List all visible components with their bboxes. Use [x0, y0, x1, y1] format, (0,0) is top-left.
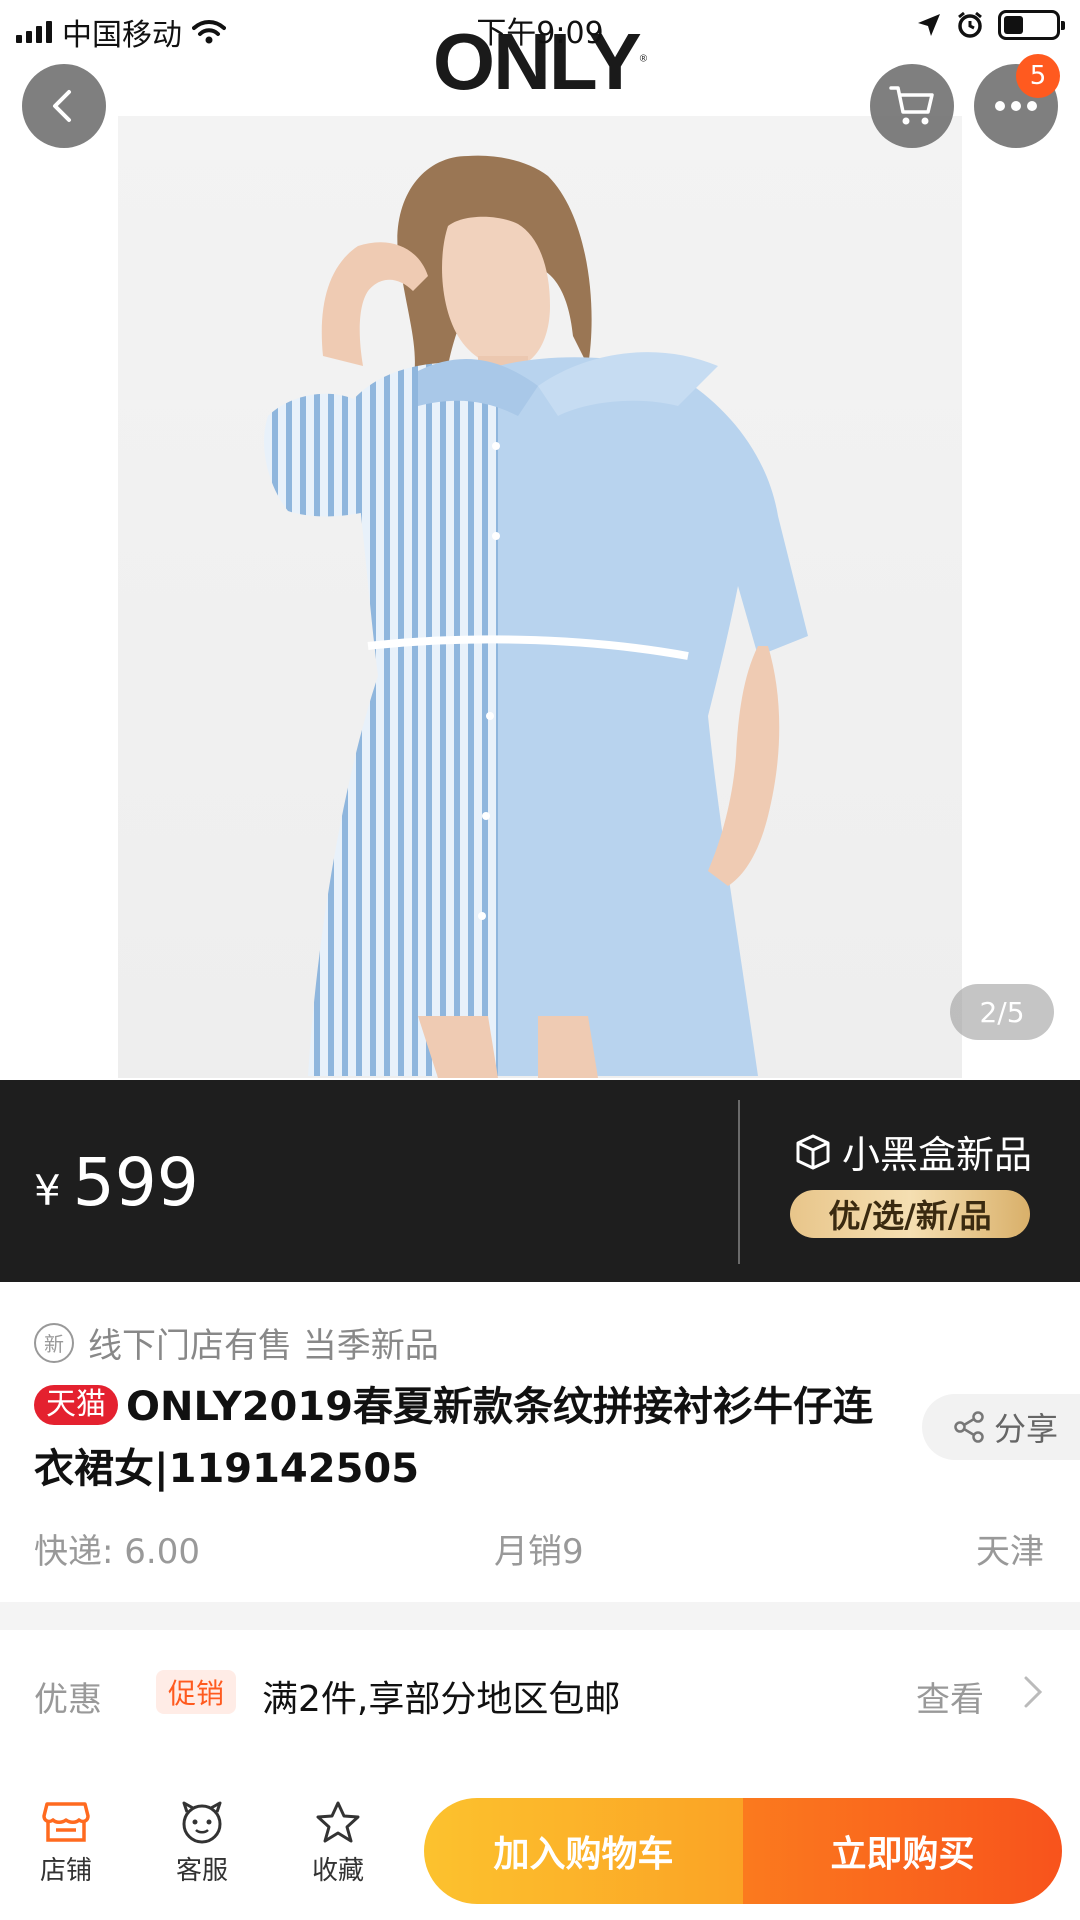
- monthly-sales: 月销9: [494, 1532, 584, 1572]
- store-icon: [42, 1802, 90, 1842]
- product-photo[interactable]: [118, 116, 962, 1078]
- buy-now-button[interactable]: 立即购买: [743, 1798, 1062, 1904]
- shopping-cart-icon: [889, 86, 934, 125]
- add-to-cart-button[interactable]: 加入购物车: [424, 1798, 743, 1904]
- selection-pill: 优/选/新/品: [790, 1190, 1030, 1238]
- more-dots-icon: [995, 101, 1037, 111]
- location-arrow-icon: [918, 14, 940, 36]
- box-icon: [796, 1134, 830, 1169]
- share-button[interactable]: 分享: [922, 1394, 1080, 1460]
- bottom-action-bar: 店铺 客服 收藏 加入购物车 立即购买: [0, 1784, 1080, 1920]
- price-value: 599: [72, 1144, 199, 1221]
- back-button[interactable]: [22, 64, 106, 148]
- section-separator: [0, 1602, 1080, 1630]
- chevron-right-icon: [1024, 1676, 1043, 1708]
- product-gallery[interactable]: 2/5: [0, 0, 1080, 1080]
- purchase-buttons: 加入购物车 立即购买: [424, 1798, 1062, 1904]
- store-label: 店铺: [39, 1856, 92, 1886]
- shipping-fee: 快递: 6.00: [34, 1532, 200, 1572]
- view-promotion-link[interactable]: 查看: [916, 1672, 984, 1721]
- price-banner: ¥ 599 小黑盒新品 优/选/新/品: [0, 1080, 1080, 1282]
- favorite-label: 收藏: [311, 1856, 364, 1886]
- customer-service-label: 客服: [175, 1856, 228, 1886]
- in-store-note-text: 线下门店有售 当季新品: [88, 1326, 439, 1366]
- tmall-tag: 天猫: [34, 1385, 118, 1425]
- ship-from-location: 天津: [976, 1532, 1044, 1572]
- divider: [738, 1100, 740, 1264]
- new-icon: 新: [34, 1322, 74, 1363]
- promotion-row[interactable]: 优惠 促销 满2件,享部分地区包邮 查看: [0, 1630, 1080, 1756]
- black-box-new-label[interactable]: 小黑盒新品: [794, 1124, 1032, 1179]
- promotion-text: 满2件,享部分地区包邮: [262, 1679, 621, 1720]
- star-icon: [316, 1801, 360, 1843]
- black-box-text: 小黑盒新品: [842, 1133, 1033, 1177]
- promotion-label: 优惠: [34, 1680, 102, 1720]
- customer-service-button[interactable]: 客服: [152, 1800, 252, 1887]
- model-illustration: [264, 155, 808, 1078]
- favorite-button[interactable]: 收藏: [288, 1800, 388, 1887]
- product-title: 天猫 ONLY2019春夏新款条纹拼接衬衫牛仔连衣裙女|119142505: [34, 1376, 874, 1500]
- promotion-tag: 促销: [156, 1670, 237, 1714]
- cart-button[interactable]: [870, 64, 954, 148]
- store-button[interactable]: 店铺: [16, 1800, 116, 1887]
- alarm-icon: [958, 11, 982, 38]
- share-label: 分享: [994, 1410, 1059, 1448]
- customer-service-icon: [182, 1801, 222, 1844]
- chevron-left-icon: [53, 90, 71, 122]
- battery-icon: [998, 10, 1065, 40]
- price: ¥ 599: [34, 1144, 199, 1221]
- more-menu-button[interactable]: 5: [974, 54, 1060, 148]
- status-bar: 中国移动 下午9:09: [0, 0, 1080, 56]
- currency-symbol: ¥: [34, 1166, 61, 1215]
- gallery-page-indicator: 2/5: [950, 984, 1054, 1040]
- in-store-note: 新 线下门店有售 当季新品: [34, 1318, 439, 1367]
- product-title-text: ONLY2019春夏新款条纹拼接衬衫牛仔连衣裙女|119142505: [34, 1384, 874, 1492]
- share-icon: [954, 1411, 984, 1443]
- notification-badge: 5: [1016, 54, 1060, 98]
